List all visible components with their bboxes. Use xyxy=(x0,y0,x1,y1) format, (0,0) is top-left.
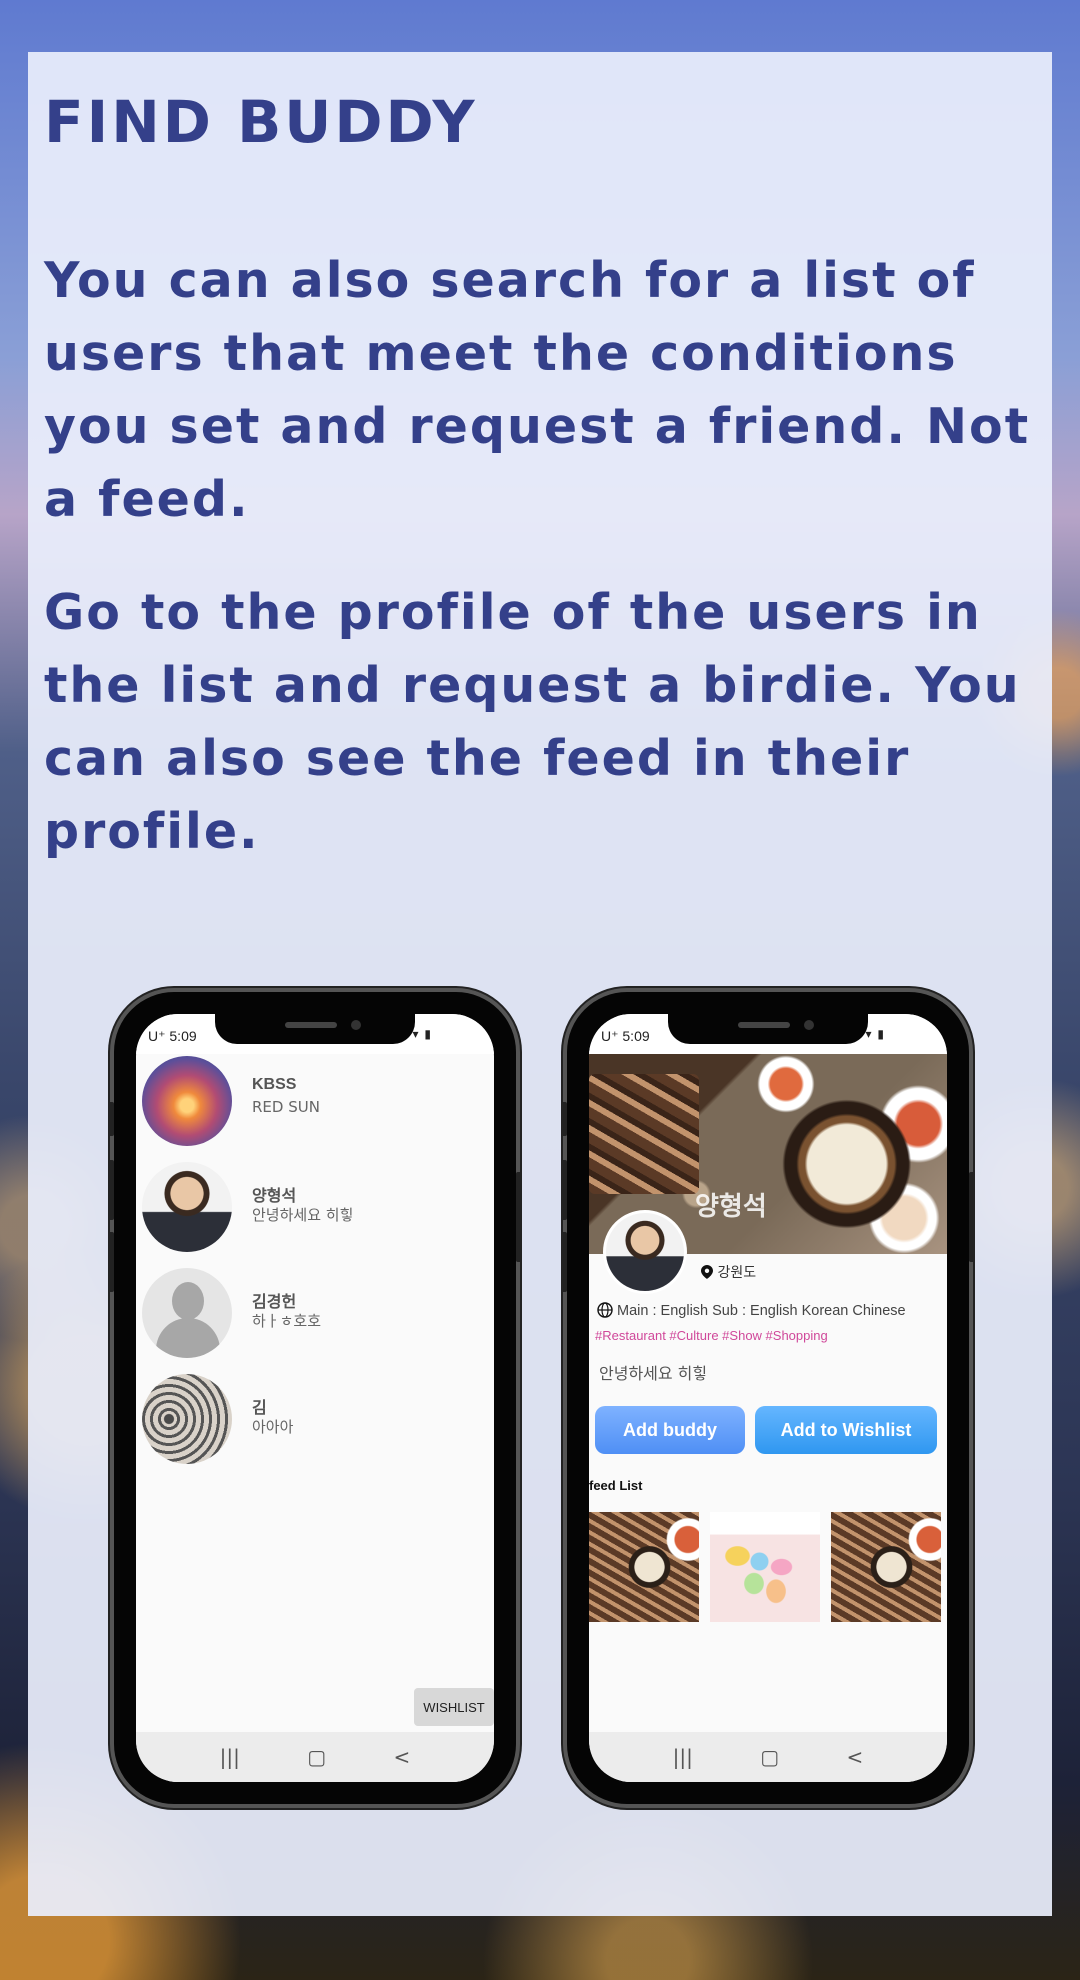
avatar xyxy=(142,1056,232,1146)
power-button xyxy=(516,1172,522,1262)
feed-list-title: feed List xyxy=(589,1478,643,1493)
back-icon[interactable]: < xyxy=(394,1745,411,1769)
feed-thumbnail[interactable] xyxy=(710,1512,820,1622)
user-status-message: 하ㅏㅎ호호 xyxy=(252,1312,322,1330)
feed-thumbnail[interactable] xyxy=(589,1512,699,1622)
mute-switch xyxy=(561,1102,567,1136)
user-status-message: RED SUN xyxy=(252,1098,320,1116)
user-name: KBSS xyxy=(252,1076,297,1093)
volume-down-button xyxy=(561,1232,567,1292)
interest-tags: #Restaurant #Culture #Show #Shopping xyxy=(595,1328,828,1343)
system-nav-bar: ||| ▢ < xyxy=(589,1732,947,1782)
notch xyxy=(668,1014,868,1044)
home-icon[interactable]: ▢ xyxy=(307,1745,326,1769)
user-name: 양형석 xyxy=(252,1188,297,1205)
profile-location: 강원도 xyxy=(701,1262,756,1282)
back-icon[interactable]: < xyxy=(847,1745,864,1769)
volume-down-button xyxy=(108,1232,114,1292)
globe-icon xyxy=(597,1302,613,1318)
user-name: 김 xyxy=(252,1400,267,1417)
home-icon[interactable]: ▢ xyxy=(760,1745,779,1769)
volume-up-button xyxy=(108,1160,114,1220)
system-nav-bar: ||| ▢ < xyxy=(136,1732,494,1782)
volume-up-button xyxy=(561,1160,567,1220)
power-button xyxy=(969,1172,975,1262)
description-paragraph-1: You can also search for a list of users … xyxy=(44,252,1031,528)
add-to-wishlist-button[interactable]: Add to Wishlist xyxy=(755,1406,937,1454)
user-status-message: 안녕하세요 히힣 xyxy=(252,1206,354,1224)
wishlist-button[interactable]: WISHLIST xyxy=(414,1688,494,1726)
user-status-message: 아아아 xyxy=(252,1418,294,1436)
user-list-item[interactable]: 김 아아아 xyxy=(142,1374,482,1466)
user-list-item[interactable]: KBSS RED SUN xyxy=(142,1056,482,1148)
description-paragraph-2: Go to the profile of the users in the li… xyxy=(44,584,1021,860)
user-name: 김경헌 xyxy=(252,1294,297,1311)
avatar xyxy=(142,1162,232,1252)
screen-profile: U⁺ 5:09 ▣ ▾ ▮ 양형석 강원도 Main : English Sub… xyxy=(589,1014,947,1782)
add-buddy-button[interactable]: Add buddy xyxy=(595,1406,745,1454)
screen-user-list: U⁺ 5:09 ▣ ▾ ▮ KBSS RED SUN 양형석 안녕하세요 히힣 … xyxy=(136,1014,494,1782)
profile-intro: 안녕하세요 히힣 xyxy=(599,1364,708,1383)
language-info: Main : English Sub : English Korean Chin… xyxy=(597,1302,906,1319)
profile-avatar[interactable] xyxy=(603,1210,687,1294)
feed-thumbnail[interactable] xyxy=(831,1512,941,1622)
user-list-item[interactable]: 김경헌 하ㅏㅎ호호 xyxy=(142,1268,482,1360)
location-pin-icon xyxy=(701,1265,713,1279)
status-time: U⁺ 5:09 xyxy=(148,1028,197,1044)
avatar xyxy=(142,1374,232,1464)
location-text: 강원도 xyxy=(717,1265,757,1281)
recent-apps-icon[interactable]: ||| xyxy=(673,1745,693,1769)
notch xyxy=(215,1014,415,1044)
cover-food-detail xyxy=(589,1074,699,1194)
status-time: U⁺ 5:09 xyxy=(601,1028,650,1044)
page-title: FIND BUDDY xyxy=(44,88,478,156)
user-list-item[interactable]: 양형석 안녕하세요 히힣 xyxy=(142,1162,482,1254)
phone-user-list: U⁺ 5:09 ▣ ▾ ▮ KBSS RED SUN 양형석 안녕하세요 히힣 … xyxy=(108,992,522,1804)
profile-name: 양형석 xyxy=(695,1192,767,1222)
recent-apps-icon[interactable]: ||| xyxy=(220,1745,240,1769)
mute-switch xyxy=(108,1102,114,1136)
phone-profile: U⁺ 5:09 ▣ ▾ ▮ 양형석 강원도 Main : English Sub… xyxy=(561,992,975,1804)
language-text: Main : English Sub : English Korean Chin… xyxy=(617,1303,906,1319)
default-avatar-icon xyxy=(142,1268,232,1358)
